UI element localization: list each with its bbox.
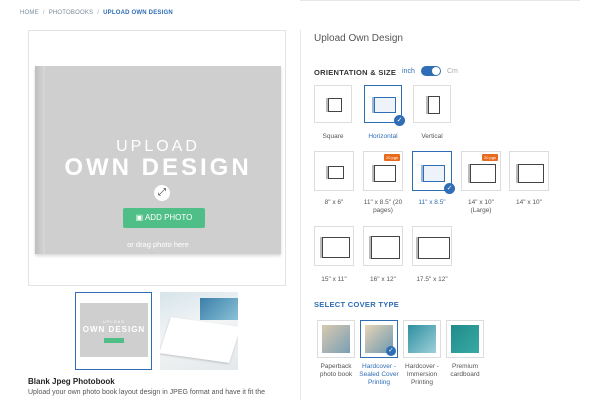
size-shape-icon: [418, 237, 450, 259]
panel-divider: [300, 30, 301, 400]
orientation-square[interactable]: [314, 85, 352, 123]
check-icon: ✓: [386, 346, 396, 356]
cover-paperback-label: Paperback photo book: [319, 363, 353, 378]
cover-premium-cardboard[interactable]: [446, 320, 484, 358]
thumbnail-page: [160, 317, 238, 363]
expand-icon[interactable]: ⤢: [154, 185, 170, 201]
size-14x10-large[interactable]: 20 pgs: [461, 151, 501, 191]
thumbnail-cover-image: UPLOAD OWN DESIGN: [80, 303, 148, 357]
size-shape-icon: [328, 166, 344, 179]
cover-premium-cardboard-image: [451, 325, 479, 353]
size-8x6[interactable]: [314, 151, 354, 191]
orientation-horizontal[interactable]: ✓: [364, 85, 405, 126]
orientation-vertical[interactable]: [413, 85, 451, 123]
panel-title: Upload Own Design: [314, 33, 403, 44]
thumbnail-cover[interactable]: UPLOAD OWN DESIGN: [75, 292, 152, 370]
breadcrumb: HOME / PHOTOBOOKS / UPLOAD OWN DESIGN: [20, 10, 173, 16]
orientation-square-label: Square: [322, 133, 344, 140]
orientation-horizontal-label: Horizontal: [368, 133, 398, 140]
cover-paperback[interactable]: [317, 320, 355, 358]
vertical-shape-icon: [428, 96, 440, 114]
upload-heading-line2: OWN DESIGN: [64, 154, 252, 181]
size-shape-icon: [371, 236, 400, 259]
check-icon: ✓: [394, 115, 405, 126]
breadcrumb-photobooks[interactable]: PHOTOBOOKS: [49, 10, 94, 16]
thumbnail-text-line1: UPLOAD: [102, 319, 126, 324]
size-11x8-label: 11" x 8.5": [418, 199, 446, 206]
image-icon: ▣: [135, 213, 145, 222]
thumbnail-button: [104, 338, 124, 343]
unit-toggle[interactable]: [421, 66, 441, 76]
unit-cm-label[interactable]: Cm: [447, 68, 458, 75]
size-15x11-label: 15" x 11": [321, 276, 347, 283]
size-8x6-label: 8" x 6": [324, 199, 344, 206]
size-16x12[interactable]: [363, 226, 403, 266]
size-11x8-20pages[interactable]: 20 pgs: [363, 151, 403, 191]
size-15x11[interactable]: [314, 226, 354, 266]
cover-hardcover-immersion-image: [408, 325, 436, 353]
size-14x10[interactable]: [509, 151, 549, 191]
breadcrumb-separator: /: [42, 10, 45, 16]
book-preview: UPLOAD OWN DESIGN ⤢ ▣ ADD PHOTO or drag …: [28, 30, 286, 286]
cover-paperback-image: [322, 325, 350, 353]
size-16x12-label: 16" x 12": [370, 276, 396, 283]
size-shape-icon: [423, 165, 445, 182]
unit-inch-label[interactable]: inch: [402, 68, 415, 75]
cover-hardcover-sealed[interactable]: ✓: [360, 320, 398, 358]
cover-hardcover-immersion-label: Hardcover - Immersion Printing: [405, 363, 439, 386]
cover-hardcover-immersion[interactable]: [403, 320, 441, 358]
horizontal-shape-icon: [374, 97, 396, 113]
breadcrumb-separator: /: [97, 10, 100, 16]
product-description: Upload your own photo book layout design…: [28, 389, 265, 396]
add-photo-label: ADD PHOTO: [144, 213, 193, 222]
thumbnail-open-book[interactable]: [160, 292, 238, 370]
toggle-knob: [432, 67, 440, 75]
product-name: Blank Jpeg Photobook: [28, 377, 115, 386]
cover-hardcover-sealed-label: Hardcover - Sealed Cover Printing: [359, 363, 399, 386]
pages-badge: 20 pgs: [481, 154, 498, 161]
size-17x12[interactable]: [412, 226, 452, 266]
cover-premium-cardboard-label: Premium cardboard: [450, 363, 480, 378]
breadcrumb-home[interactable]: HOME: [20, 10, 39, 16]
size-11x8-20pages-label: 11" x 8.5" (20 pages): [363, 199, 403, 214]
drag-hint: or drag photo here: [127, 240, 189, 249]
size-shape-icon: [322, 237, 350, 258]
add-photo-button[interactable]: ▣ ADD PHOTO: [123, 208, 205, 228]
size-shape-icon: [470, 164, 496, 183]
check-icon: ✓: [444, 183, 455, 194]
cover-type-label: SELECT COVER TYPE: [314, 300, 400, 309]
top-divider: [300, 0, 580, 1]
thumbnail-text-line2: OWN DESIGN: [82, 325, 146, 334]
size-shape-icon: [518, 164, 544, 183]
size-14x10-large-label: 14" x 10" (Large): [468, 199, 494, 214]
book-cover-dropzone[interactable]: UPLOAD OWN DESIGN ⤢ ▣ ADD PHOTO or drag …: [35, 66, 281, 254]
size-shape-icon: [374, 165, 396, 182]
size-14x10-label: 14" x 10": [516, 199, 542, 206]
size-11x8[interactable]: ✓: [412, 151, 455, 194]
size-17x12-label: 17.5" x 12": [416, 276, 448, 283]
square-shape-icon: [328, 98, 342, 112]
pages-badge: 20 pgs: [383, 154, 400, 161]
orientation-label: ORIENTATION & SIZE: [314, 68, 397, 77]
breadcrumb-current: UPLOAD OWN DESIGN: [103, 10, 173, 16]
orientation-vertical-label: Vertical: [421, 133, 443, 140]
thumbnail-photo: [200, 298, 238, 320]
